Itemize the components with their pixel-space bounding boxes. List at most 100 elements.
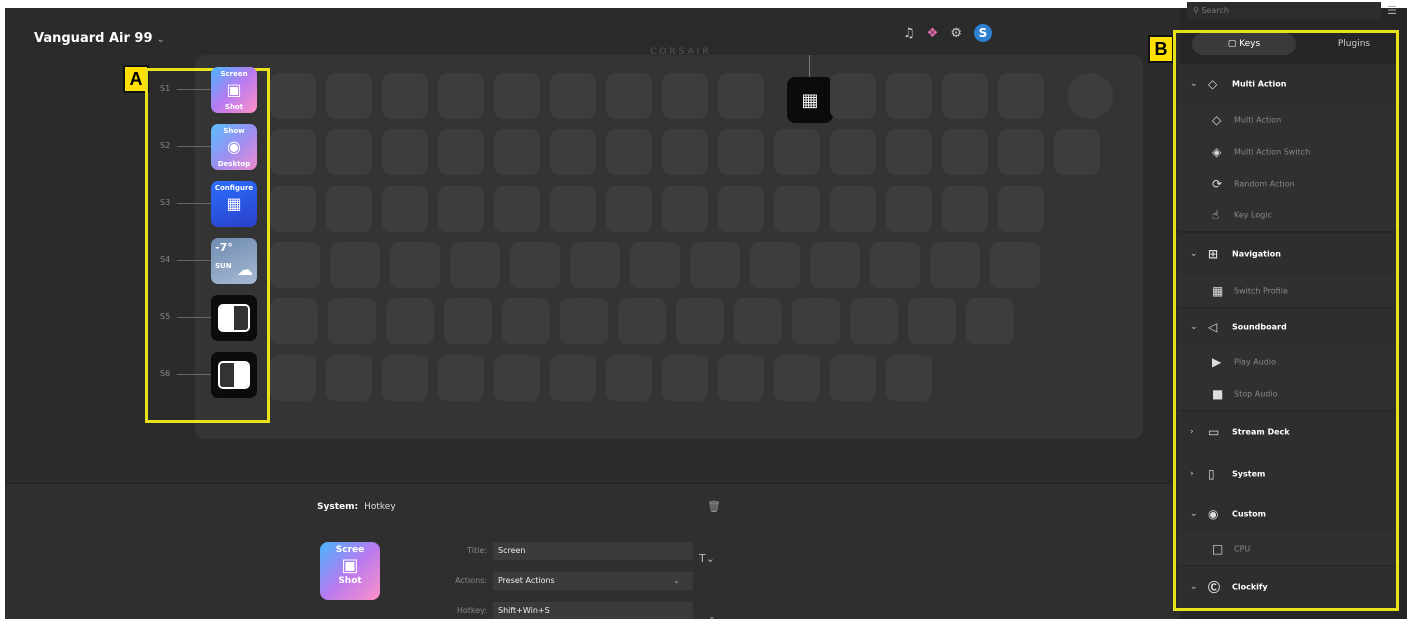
keyboard-key[interactable] <box>942 186 988 232</box>
side-key-tile[interactable] <box>211 295 257 341</box>
keyboard-key[interactable] <box>560 298 608 344</box>
keyboard-key[interactable] <box>270 73 316 119</box>
keyboard-key[interactable] <box>510 242 560 288</box>
keyboard-key[interactable] <box>550 186 596 232</box>
puzzle-icon[interactable]: ❖ <box>927 26 939 41</box>
keyboard-key[interactable] <box>830 73 876 119</box>
keyboard-key[interactable] <box>850 298 898 344</box>
keyboard-key[interactable] <box>942 129 988 175</box>
sidebar-item-multi-action[interactable]: ⌄ ◇ Multi Action <box>1178 64 1396 104</box>
keyboard-key[interactable] <box>990 242 1040 288</box>
sidebar-item-custom[interactable]: ⌄ ◉ Custom <box>1178 495 1396 533</box>
keyboard-key[interactable] <box>718 73 764 119</box>
list-view-icon[interactable]: ☰ <box>1387 4 1397 17</box>
keyboard-key[interactable] <box>438 129 484 175</box>
side-key-tile[interactable]: Configure ▦ <box>211 181 257 227</box>
keyboard-key[interactable] <box>326 129 372 175</box>
keyboard-key[interactable] <box>450 242 500 288</box>
keyboard-key[interactable] <box>676 298 724 344</box>
keyboard-key[interactable] <box>718 186 764 232</box>
tab-plugins[interactable]: Plugins <box>1312 33 1396 55</box>
actions-select[interactable]: Preset Actions <box>493 572 693 590</box>
keyboard-key[interactable] <box>494 355 540 401</box>
sidebar-item-system[interactable]: › ▯ System <box>1178 453 1396 495</box>
selected-key-icon[interactable]: ▦ <box>787 77 833 123</box>
keyboard-key[interactable] <box>326 186 372 232</box>
keyboard-key[interactable] <box>494 129 540 175</box>
keyboard-key[interactable] <box>382 73 428 119</box>
keyboard-key[interactable] <box>930 242 980 288</box>
keyboard-key[interactable] <box>494 73 540 119</box>
keyboard-key[interactable] <box>570 242 620 288</box>
keyboard-key[interactable] <box>438 73 484 119</box>
sidebar-item-random-action[interactable]: ⟳ Random Action <box>1178 168 1396 200</box>
keyboard-key[interactable] <box>606 129 652 175</box>
sidebar-item-stop-audio[interactable]: ■ Stop Audio <box>1178 378 1396 410</box>
keyboard-key[interactable] <box>328 298 376 344</box>
keyboard-key[interactable] <box>630 242 680 288</box>
keyboard-key[interactable] <box>662 73 708 119</box>
sidebar-item-clockify[interactable]: ⌄ Ⓒ Clockify <box>1178 566 1396 608</box>
bell-icon[interactable]: ♫ <box>903 26 915 41</box>
keyboard-key[interactable] <box>774 355 820 401</box>
keyboard-key[interactable] <box>270 298 318 344</box>
keyboard-key[interactable] <box>886 73 932 119</box>
keyboard-key[interactable] <box>550 129 596 175</box>
device-selector[interactable]: Vanguard Air 99 ⌄ <box>34 31 165 46</box>
keyboard-key[interactable] <box>718 355 764 401</box>
keyboard-key[interactable] <box>792 298 840 344</box>
key-preview-tile[interactable]: Scree ▣ Shot <box>320 542 380 600</box>
keyboard-key[interactable] <box>690 242 740 288</box>
keyboard-key[interactable] <box>662 355 708 401</box>
keyboard-key[interactable] <box>382 129 428 175</box>
keyboard-key[interactable] <box>444 298 492 344</box>
trash-icon[interactable]: 🗑 <box>707 500 721 513</box>
keyboard-key[interactable] <box>326 73 372 119</box>
keyboard-key[interactable] <box>550 73 596 119</box>
keyboard-key[interactable] <box>998 129 1044 175</box>
user-avatar[interactable]: S <box>973 24 992 42</box>
keyboard-key[interactable] <box>774 129 820 175</box>
keyboard-key[interactable] <box>502 298 550 344</box>
keyboard-key[interactable] <box>606 186 652 232</box>
keyboard-key[interactable] <box>494 186 540 232</box>
keyboard-key[interactable] <box>1054 129 1100 175</box>
sidebar-item-play-audio[interactable]: ▶ Play Audio <box>1178 346 1396 378</box>
keyboard-key[interactable] <box>830 129 876 175</box>
sidebar-item-multi-action-switch[interactable]: ◈ Multi Action Switch <box>1178 136 1396 168</box>
sidebar-item-cpu[interactable]: □ CPU <box>1178 533 1396 565</box>
keyboard-key[interactable] <box>998 186 1044 232</box>
keyboard-key[interactable] <box>662 129 708 175</box>
keyboard-key[interactable] <box>390 242 440 288</box>
hotkey-input[interactable]: Shift+Win+S <box>493 602 693 619</box>
keyboard-key[interactable] <box>810 242 860 288</box>
keyboard-key[interactable] <box>270 129 316 175</box>
keyboard-key[interactable] <box>618 298 666 344</box>
keyboard-key[interactable] <box>270 242 320 288</box>
keyboard-key[interactable] <box>886 186 932 232</box>
keyboard-key[interactable] <box>606 73 652 119</box>
sidebar-item-key-logic[interactable]: ☝ Key Logic <box>1178 199 1396 231</box>
sidebar-item-multi-action[interactable]: ◇ Multi Action <box>1178 104 1396 136</box>
tab-keys[interactable]: ▢ Keys <box>1192 33 1296 55</box>
keyboard-key[interactable] <box>606 355 652 401</box>
keyboard-key[interactable] <box>998 73 1044 119</box>
keyboard-key[interactable] <box>886 355 932 401</box>
side-key-tile[interactable]: Show ◉ Desktop <box>211 124 257 170</box>
keyboard-key[interactable] <box>386 298 434 344</box>
chevron-down-icon[interactable]: ⌄ <box>708 612 716 619</box>
keyboard-key[interactable] <box>270 355 316 401</box>
keyboard-key[interactable] <box>942 73 988 119</box>
keyboard-key[interactable] <box>908 298 956 344</box>
search-input[interactable]: ⚲ Search <box>1187 2 1381 20</box>
keyboard-key[interactable] <box>550 355 596 401</box>
keyboard-key[interactable] <box>382 355 428 401</box>
keyboard-key[interactable] <box>830 355 876 401</box>
keyboard-key[interactable] <box>662 186 708 232</box>
keyboard-key[interactable] <box>270 186 316 232</box>
keyboard-key[interactable] <box>438 355 484 401</box>
side-key-tile[interactable]: Screen ▣ Shot <box>211 67 257 113</box>
keyboard-key[interactable] <box>326 355 372 401</box>
keyboard-key[interactable] <box>830 186 876 232</box>
keyboard-key[interactable] <box>438 186 484 232</box>
